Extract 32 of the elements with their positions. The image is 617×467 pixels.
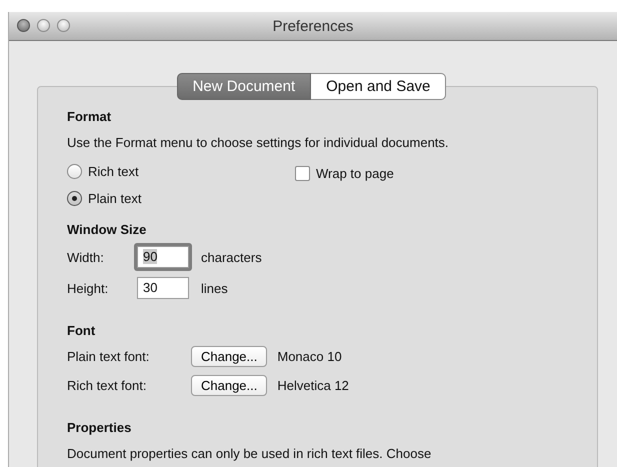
field-label: Plain text font:	[67, 349, 150, 364]
unit-label: characters	[201, 250, 262, 264]
zoom-button[interactable]	[57, 19, 70, 32]
field-label: Width:	[67, 250, 105, 264]
section-heading: Font	[67, 323, 96, 338]
window-title: Preferences	[272, 18, 354, 34]
font-value: Monaco 10	[277, 349, 342, 364]
close-button[interactable]	[17, 19, 30, 32]
field-value: 30	[143, 280, 158, 295]
change-button[interactable]: Change...	[191, 346, 268, 367]
checkbox-label: Wrap to page	[316, 166, 394, 181]
font-value: Helvetica 12	[277, 378, 349, 393]
minimize-button[interactable]	[37, 19, 50, 32]
tab[interactable]: Open and Save	[311, 73, 446, 100]
unit-label: lines	[201, 280, 228, 296]
field-label: Rich text font:	[67, 378, 148, 393]
tab[interactable]: New Document	[176, 73, 312, 100]
section-heading: Window Size	[67, 222, 148, 237]
radio-label: Plain text	[88, 191, 142, 206]
field-label: Height:	[67, 280, 110, 296]
radio-button[interactable]	[67, 191, 82, 206]
description-text: Document properties can only be used in rich text files. Choose	[67, 446, 432, 461]
section-heading: Format	[67, 109, 112, 124]
section-heading: Properties	[67, 420, 132, 435]
input-field[interactable]: 90	[137, 246, 189, 268]
description-text: Use the Format menu to choose settings for individual documents.	[67, 135, 450, 150]
radio-button[interactable]	[67, 164, 82, 179]
input-field[interactable]: 30	[137, 277, 189, 299]
checkbox[interactable]	[295, 166, 310, 181]
radio-label: Rich text	[88, 164, 139, 179]
field-value: 90	[143, 249, 158, 264]
change-button[interactable]: Change...	[191, 375, 268, 396]
